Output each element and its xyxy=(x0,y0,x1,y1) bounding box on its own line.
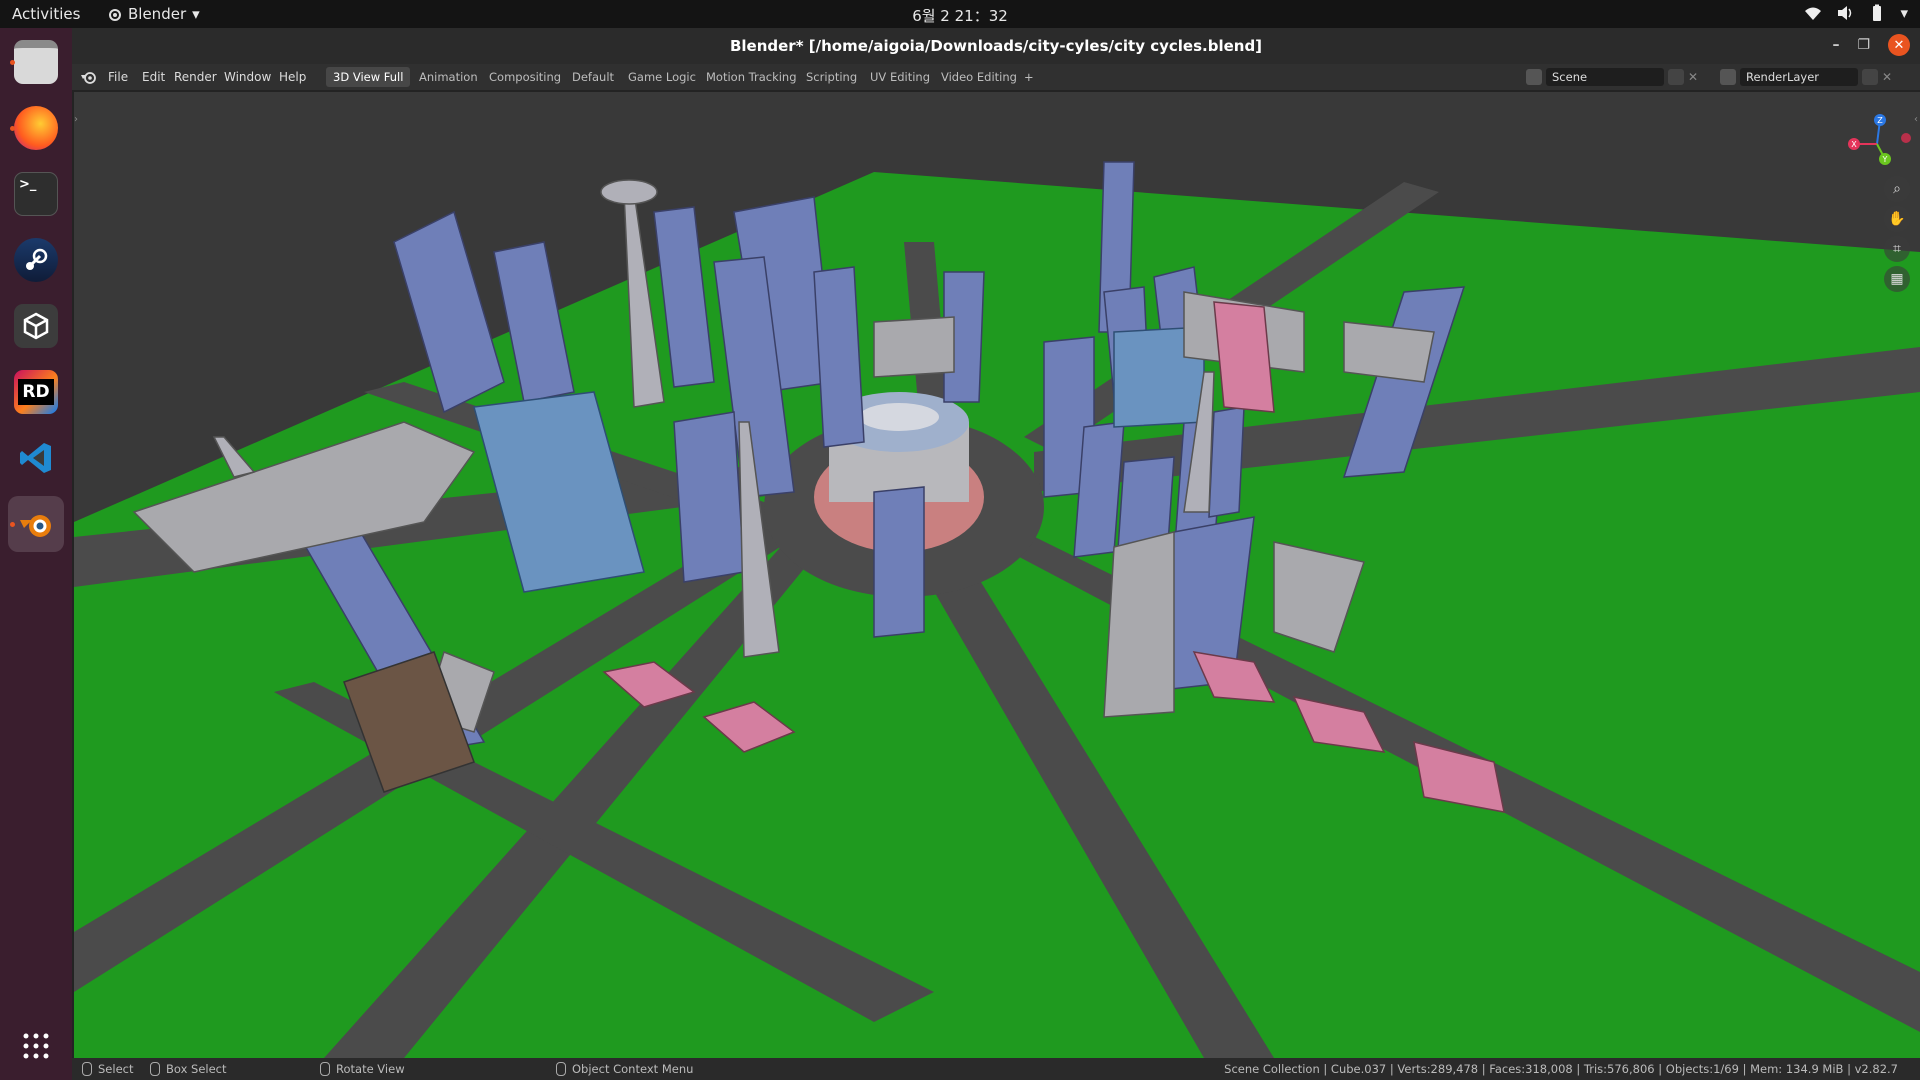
zoom-icon[interactable]: ⌕ xyxy=(1884,176,1910,202)
dock: >_ RD xyxy=(0,28,72,1080)
3d-viewport[interactable]: Z X Y ⌕ ✋ ⌗ ▦ › ‹ xyxy=(74,92,1920,1058)
render-layer-selector: RenderLayer ✕ xyxy=(1720,67,1892,87)
scene-icon[interactable] xyxy=(1526,69,1542,85)
menu-file[interactable]: File xyxy=(108,70,128,84)
dock-vscode[interactable] xyxy=(8,430,64,486)
volume-icon xyxy=(1838,6,1852,20)
dock-rider[interactable]: RD xyxy=(8,364,64,420)
menu-edit[interactable]: Edit xyxy=(142,70,165,84)
blender-topbar: File Edit Render Window Help 3D View Ful… xyxy=(72,64,1920,90)
close-icon[interactable]: ✕ xyxy=(1888,34,1910,56)
app-menu-label: Blender xyxy=(128,5,187,23)
show-applications-button[interactable] xyxy=(8,1018,64,1074)
steam-icon xyxy=(14,238,58,282)
tab-video-editing[interactable]: Video Editing xyxy=(934,67,1024,87)
tab-animation[interactable]: Animation xyxy=(412,67,485,87)
dock-steam[interactable] xyxy=(8,232,64,288)
gizmo-x-label: X xyxy=(1851,140,1857,149)
unity-icon xyxy=(14,304,58,348)
running-indicator xyxy=(10,126,15,131)
new-scene-icon[interactable] xyxy=(1668,69,1684,85)
wifi-icon xyxy=(1805,7,1822,20)
render-layer-field[interactable]: RenderLayer xyxy=(1740,68,1858,86)
tab-scripting[interactable]: Scripting xyxy=(799,67,864,87)
tab-compositing[interactable]: Compositing xyxy=(482,67,568,87)
window-titlebar[interactable]: Blender* [/home/aigoia/Downloads/city-cy… xyxy=(72,28,1920,64)
terminal-icon: >_ xyxy=(14,172,58,216)
gnome-top-bar: Activities Blender ▾ 6월 2 21：32 ▾ xyxy=(0,0,1920,28)
status-context-menu-label: Object Context Menu xyxy=(572,1062,694,1076)
status-bar: Select Box Select Rotate View Object Con… xyxy=(72,1058,1920,1080)
running-indicator xyxy=(10,522,15,527)
system-tray[interactable]: ▾ xyxy=(1804,4,1908,22)
status-context-menu: Object Context Menu xyxy=(556,1062,693,1076)
tab-motion-tracking[interactable]: Motion Tracking xyxy=(699,67,804,87)
system-menu-chevron-icon: ▾ xyxy=(1900,4,1908,22)
gizmo-z-label: Z xyxy=(1877,116,1883,125)
dock-firefox[interactable] xyxy=(8,100,64,156)
files-icon xyxy=(14,40,58,84)
status-box-select: Box Select xyxy=(150,1062,227,1076)
remove-scene-icon[interactable]: ✕ xyxy=(1688,70,1698,84)
mouse-drag-icon xyxy=(150,1062,160,1076)
maximize-icon[interactable]: ❐ xyxy=(1857,37,1870,53)
menu-render[interactable]: Render xyxy=(174,70,217,84)
window-title: Blender* [/home/aigoia/Downloads/city-cy… xyxy=(729,37,1263,55)
dock-unity[interactable] xyxy=(8,298,64,354)
chevron-down-icon: ▾ xyxy=(192,5,200,23)
dock-blender[interactable] xyxy=(8,496,64,552)
dock-files[interactable] xyxy=(8,34,64,90)
activities-button[interactable]: Activities xyxy=(12,5,80,23)
remove-render-layer-icon[interactable]: ✕ xyxy=(1882,70,1892,84)
blender-menu-icon[interactable] xyxy=(80,69,96,85)
gizmo-y-label: Y xyxy=(1882,155,1888,164)
scene-field[interactable]: Scene xyxy=(1546,68,1664,86)
firefox-icon xyxy=(14,106,58,150)
render-layer-icon[interactable] xyxy=(1720,69,1736,85)
menu-window[interactable]: Window xyxy=(224,70,271,84)
tab-3d-view-full[interactable]: 3D View Full xyxy=(326,67,411,87)
clock[interactable]: 6월 2 21：32 xyxy=(912,7,1008,25)
tab-default[interactable]: Default xyxy=(565,67,621,87)
add-workspace-button[interactable]: + xyxy=(1017,67,1041,87)
running-indicator xyxy=(10,60,15,65)
menu-help[interactable]: Help xyxy=(279,70,306,84)
scene-selector: Scene ✕ xyxy=(1526,67,1698,87)
minimize-icon[interactable]: – xyxy=(1832,37,1839,53)
camera-view-icon[interactable]: ⌗ xyxy=(1884,236,1910,262)
dock-terminal[interactable]: >_ xyxy=(8,166,64,222)
status-select-label: Select xyxy=(98,1062,134,1076)
status-box-select-label: Box Select xyxy=(166,1062,227,1076)
status-rotate-view-label: Rotate View xyxy=(336,1062,405,1076)
blender-window: Blender* [/home/aigoia/Downloads/city-cy… xyxy=(72,28,1920,1080)
mouse-left-icon xyxy=(82,1062,92,1076)
mouse-middle-icon xyxy=(320,1062,330,1076)
status-select: Select xyxy=(82,1062,133,1076)
mouse-right-icon xyxy=(556,1062,566,1076)
new-render-layer-icon[interactable] xyxy=(1862,69,1878,85)
blender-icon xyxy=(14,502,58,546)
app-menu[interactable]: Blender ▾ xyxy=(108,5,200,23)
toolbar-expand-icon[interactable]: › xyxy=(74,114,78,125)
scene-statistics: Scene Collection | Cube.037 | Verts:289,… xyxy=(1224,1062,1898,1076)
rider-icon: RD xyxy=(14,370,58,414)
app-grid-icon xyxy=(23,1033,49,1059)
blender-small-icon xyxy=(109,9,121,21)
orientation-gizmo[interactable]: Z X Y xyxy=(1842,114,1912,174)
sidebar-expand-icon[interactable]: ‹ xyxy=(1914,114,1918,125)
tab-uv-editing[interactable]: UV Editing xyxy=(863,67,937,87)
window-controls: – ❐ ✕ xyxy=(1832,34,1910,56)
tab-game-logic[interactable]: Game Logic xyxy=(621,67,703,87)
pan-hand-icon[interactable]: ✋ xyxy=(1884,206,1910,232)
battery-icon xyxy=(1873,4,1882,21)
perspective-grid-icon[interactable]: ▦ xyxy=(1884,266,1910,292)
status-rotate-view: Rotate View xyxy=(320,1062,405,1076)
city-scene-render xyxy=(74,92,1920,1058)
rider-label: RD xyxy=(18,379,54,405)
vscode-icon xyxy=(14,436,58,480)
